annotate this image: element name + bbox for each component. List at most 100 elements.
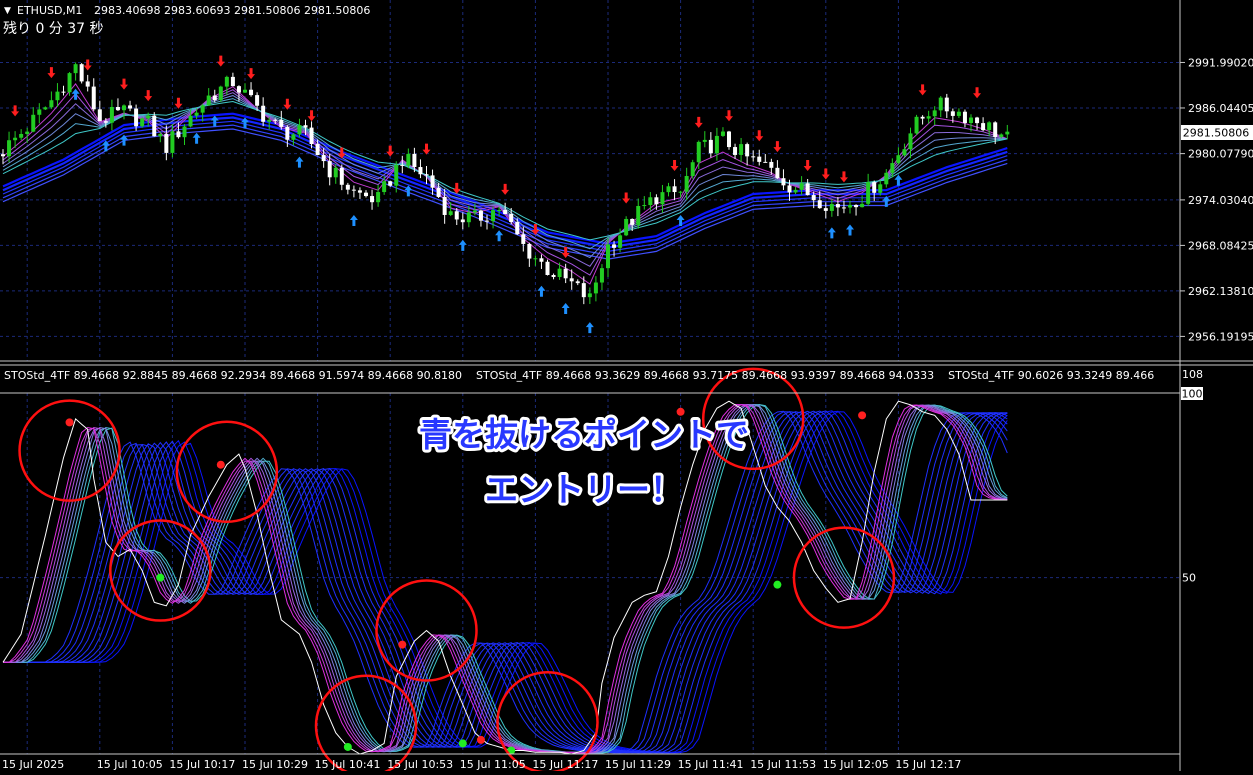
candle-body bbox=[696, 141, 701, 163]
chart-canvas[interactable]: 2991.99020 2986.04405 2980.07790 2974.03040… bbox=[0, 0, 1253, 775]
symbol-label: ETHUSD,M1 bbox=[17, 4, 82, 17]
candle-body bbox=[37, 109, 42, 115]
candle-body bbox=[13, 137, 18, 141]
candle-body bbox=[708, 139, 713, 154]
candle-body bbox=[793, 189, 798, 193]
candle-body bbox=[261, 105, 266, 122]
candle-body bbox=[55, 91, 60, 101]
candle-body bbox=[472, 210, 477, 213]
candle-body bbox=[866, 182, 871, 204]
candle-body bbox=[140, 118, 145, 127]
candle-body bbox=[902, 149, 907, 156]
candle-body bbox=[376, 192, 381, 203]
candle-body bbox=[491, 210, 496, 222]
candle-body bbox=[333, 167, 338, 178]
candle-body bbox=[194, 112, 199, 116]
countdown-timer: 残り 0 分 37 秒 bbox=[3, 21, 104, 37]
sell-signal-dot bbox=[476, 735, 485, 744]
candle-body bbox=[43, 107, 48, 110]
candle-body bbox=[339, 167, 344, 185]
candle-body bbox=[775, 167, 780, 179]
candle-body bbox=[630, 218, 635, 225]
candle-body bbox=[811, 195, 816, 201]
candle-body bbox=[739, 144, 744, 155]
candle-body bbox=[454, 211, 459, 220]
candle-body bbox=[969, 117, 973, 123]
candle-body bbox=[854, 205, 859, 208]
candle-body bbox=[714, 135, 719, 154]
candle-body bbox=[255, 95, 260, 106]
candle-body bbox=[345, 184, 350, 190]
candle-body bbox=[944, 97, 949, 112]
sell-signal-dot bbox=[65, 418, 74, 427]
osc-tick-label: 50 bbox=[1182, 572, 1196, 585]
candle-body bbox=[206, 95, 211, 106]
candle-body bbox=[624, 218, 629, 236]
candle-body bbox=[884, 172, 889, 185]
candle-body bbox=[757, 156, 762, 162]
candle-body bbox=[654, 197, 659, 205]
candle-body bbox=[660, 192, 665, 205]
candle-body bbox=[581, 283, 586, 298]
time-tick-label: 15 Jul 10:05 bbox=[97, 758, 163, 771]
candle-body bbox=[273, 119, 278, 121]
candle-body bbox=[91, 86, 96, 110]
candle-body bbox=[25, 131, 30, 135]
candle-body bbox=[962, 111, 967, 123]
candle-body bbox=[829, 204, 834, 211]
candle-body bbox=[103, 121, 108, 123]
candle-body bbox=[327, 161, 332, 178]
candle-body bbox=[938, 97, 943, 111]
current-price-label: 2981.50806 bbox=[1183, 127, 1249, 140]
price-tick-label: 2980.07790 bbox=[1188, 148, 1253, 161]
candle-body bbox=[1005, 131, 1010, 135]
candle-body bbox=[981, 123, 986, 131]
candle-body bbox=[684, 176, 689, 192]
candle-body bbox=[557, 268, 562, 278]
trading-chart-window[interactable]: 2991.99020 2986.04405 2980.07790 2974.03040… bbox=[0, 0, 1253, 775]
osc-tick-label: 108 bbox=[1182, 368, 1203, 381]
candle-body bbox=[950, 111, 955, 116]
candle-body bbox=[61, 91, 66, 93]
candle-body bbox=[182, 126, 187, 138]
candle-body bbox=[200, 105, 205, 113]
candle-body bbox=[224, 76, 229, 87]
candle-body bbox=[999, 134, 1004, 137]
candle-body bbox=[545, 261, 550, 275]
candle-body bbox=[115, 107, 120, 111]
candle-body bbox=[394, 164, 399, 186]
candle-body bbox=[485, 220, 489, 222]
candle-body bbox=[751, 156, 756, 158]
candle-body bbox=[134, 108, 139, 127]
candle-body bbox=[817, 200, 822, 209]
candle-body bbox=[745, 144, 750, 157]
candle-body bbox=[122, 105, 126, 111]
candle-body bbox=[975, 117, 980, 124]
candle-body bbox=[587, 293, 592, 298]
candle-body bbox=[618, 235, 623, 248]
buy-signal-dot bbox=[343, 742, 352, 751]
candle-body bbox=[236, 86, 241, 93]
time-tick-label: 15 Jul 11:29 bbox=[605, 758, 671, 771]
candle-body bbox=[636, 205, 641, 225]
candle-body bbox=[1, 154, 5, 157]
level-100-marker: 100 bbox=[1181, 387, 1203, 401]
candle-body bbox=[460, 219, 465, 223]
buy-signal-dot bbox=[156, 573, 165, 582]
candle-body bbox=[606, 244, 610, 269]
candle-body bbox=[297, 125, 302, 135]
symbol-dropdown-icon[interactable]: ▼ bbox=[4, 6, 11, 16]
candle-body bbox=[364, 192, 368, 197]
candle-body bbox=[727, 131, 731, 148]
candle-body bbox=[357, 190, 362, 193]
price-tick-label: 2991.99020 bbox=[1188, 56, 1253, 69]
candle-body bbox=[285, 126, 290, 140]
candle-body bbox=[527, 243, 532, 259]
candle-body bbox=[539, 258, 544, 262]
candle-body bbox=[497, 209, 502, 211]
candle-body bbox=[430, 175, 435, 188]
time-tick-label: 15 Jul 12:17 bbox=[895, 758, 961, 771]
candle-body bbox=[309, 127, 314, 145]
time-tick-label: 15 Jul 11:41 bbox=[678, 758, 744, 771]
sell-signal-dot bbox=[858, 411, 867, 420]
